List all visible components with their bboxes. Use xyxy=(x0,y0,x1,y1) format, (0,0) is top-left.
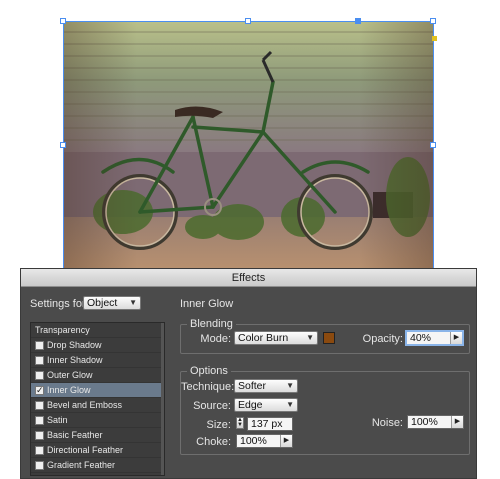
size-label: Size: xyxy=(206,419,231,431)
effect-item-label: Basic Feather xyxy=(47,430,103,440)
corner-options-handle[interactable] xyxy=(432,36,437,41)
mode-value: Color Burn xyxy=(238,332,289,344)
checkbox-icon[interactable] xyxy=(35,446,44,455)
mode-dropdown[interactable]: Color Burn ▼ xyxy=(234,331,318,345)
checkbox-icon[interactable] xyxy=(35,341,44,350)
reference-point-handle[interactable] xyxy=(355,18,361,24)
technique-value: Softer xyxy=(238,380,267,392)
effect-item-label: Satin xyxy=(47,415,68,425)
effect-item-label: Directional Feather xyxy=(47,445,124,455)
settings-for-value: Object xyxy=(87,297,118,309)
source-dropdown[interactable]: Edge ▼ xyxy=(234,398,298,412)
effect-item-bevel-and-emboss[interactable]: Bevel and Emboss xyxy=(31,398,164,413)
chevron-down-icon: ▼ xyxy=(129,298,137,307)
opacity-value: 40% xyxy=(410,332,432,344)
glow-color-swatch[interactable] xyxy=(323,332,335,344)
effect-item-label: Bevel and Emboss xyxy=(47,400,123,410)
opacity-label: Opacity: xyxy=(362,333,403,345)
effect-item-outer-glow[interactable]: Outer Glow xyxy=(31,368,164,383)
effect-item-satin[interactable]: Satin xyxy=(31,413,164,428)
settings-for-label: Settings for: xyxy=(30,298,89,310)
resize-handle-middle-right[interactable] xyxy=(430,142,436,148)
mode-label: Mode: xyxy=(200,333,231,345)
effect-item-directional-feather[interactable]: Directional Feather xyxy=(31,443,164,458)
effect-item-basic-feather[interactable]: Basic Feather xyxy=(31,428,164,443)
bicycle-photo[interactable] xyxy=(63,22,433,268)
checkmark-icon[interactable]: ✓ xyxy=(35,386,44,395)
resize-handle-top-center[interactable] xyxy=(245,18,251,24)
source-label: Source: xyxy=(193,400,231,412)
effect-item-inner-shadow[interactable]: Inner Shadow xyxy=(31,353,164,368)
size-stepper-icon[interactable]: ▲ ▼ xyxy=(236,417,244,429)
section-title: Inner Glow xyxy=(180,298,234,310)
settings-for-dropdown[interactable]: Object ▼ xyxy=(83,296,141,310)
chevron-down-icon: ▼ xyxy=(286,381,294,390)
effect-item-label: Drop Shadow xyxy=(47,340,102,350)
resize-handle-top-right[interactable] xyxy=(430,18,436,24)
checkbox-icon[interactable] xyxy=(35,431,44,440)
resize-handle-middle-left[interactable] xyxy=(60,142,66,148)
technique-dropdown[interactable]: Softer ▼ xyxy=(234,379,298,393)
choke-field[interactable]: 100% ▶ xyxy=(236,434,293,448)
effect-item-inner-glow[interactable]: ✓ Inner Glow xyxy=(31,383,164,398)
chevron-right-icon[interactable]: ▶ xyxy=(451,416,463,428)
size-field[interactable]: 137 px xyxy=(247,417,293,431)
chevron-right-icon[interactable]: ▶ xyxy=(450,332,462,344)
checkbox-icon[interactable] xyxy=(35,416,44,425)
checkbox-icon[interactable] xyxy=(35,371,44,380)
checkbox-icon[interactable] xyxy=(35,356,44,365)
technique-label: Technique: xyxy=(181,381,235,393)
dialog-title: Effects xyxy=(231,272,266,284)
choke-label: Choke: xyxy=(196,436,231,448)
chevron-down-icon: ▼ xyxy=(286,400,294,409)
effect-item-drop-shadow[interactable]: Drop Shadow xyxy=(31,338,164,353)
effect-item-transparency[interactable]: Transparency xyxy=(31,323,164,338)
opacity-field[interactable]: 40% ▶ xyxy=(405,330,464,346)
list-scrollbar[interactable] xyxy=(161,323,164,475)
effects-dialog: Effects Settings for: Object ▼ Inner Glo… xyxy=(20,268,477,479)
checkbox-icon[interactable] xyxy=(35,401,44,410)
effect-item-label: Transparency xyxy=(35,325,90,335)
options-title: Options xyxy=(187,365,231,377)
effect-item-label: Gradient Feather xyxy=(47,460,116,470)
choke-value: 100% xyxy=(240,435,267,447)
chevron-down-icon: ▼ xyxy=(306,333,314,342)
chevron-right-icon[interactable]: ▶ xyxy=(280,435,292,447)
effect-item-label: Outer Glow xyxy=(47,370,93,380)
effect-list: Transparency Drop Shadow Inner Shadow Ou… xyxy=(30,322,165,476)
document-canvas xyxy=(0,0,500,268)
noise-label: Noise: xyxy=(371,417,403,429)
dialog-titlebar[interactable]: Effects xyxy=(21,269,476,287)
effect-item-label: Inner Shadow xyxy=(47,355,103,365)
checkbox-icon[interactable] xyxy=(35,461,44,470)
effect-item-gradient-feather[interactable]: Gradient Feather xyxy=(31,458,164,473)
size-value: 137 px xyxy=(251,418,283,430)
noise-field[interactable]: 100% ▶ xyxy=(407,415,464,429)
effect-item-label: Inner Glow xyxy=(47,385,91,395)
blending-title: Blending xyxy=(187,318,236,330)
noise-value: 100% xyxy=(411,416,438,428)
source-value: Edge xyxy=(238,399,263,411)
resize-handle-top-left[interactable] xyxy=(60,18,66,24)
